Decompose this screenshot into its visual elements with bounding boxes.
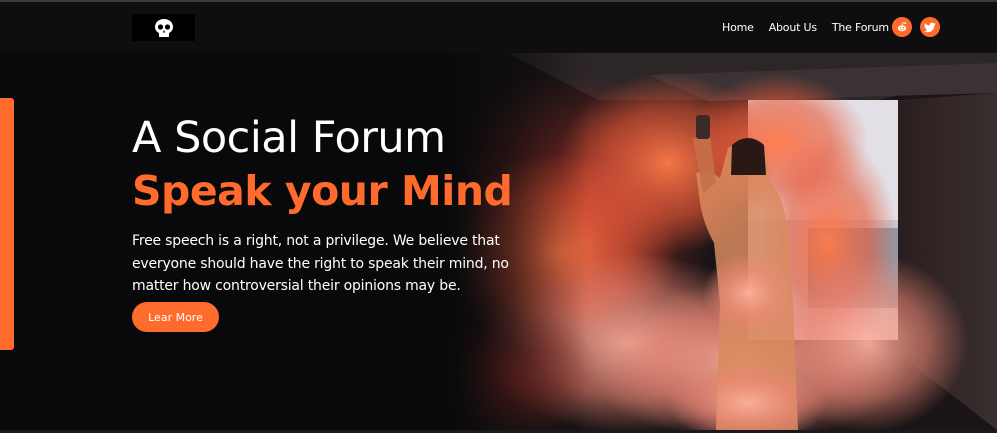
hero-description: Free speech is a right, not a privilege.… (132, 233, 509, 294)
hero-subtitle: Speak your Mind (132, 167, 513, 215)
nav-link-home[interactable]: Home (722, 21, 754, 34)
learn-more-button[interactable]: Lear More (132, 302, 219, 332)
nav-link-the-forum[interactable]: The Forum (832, 21, 889, 34)
nav-links: Home About Us The Forum (722, 2, 904, 53)
nav-link-about-us[interactable]: About Us (769, 21, 817, 34)
twitter-icon (924, 22, 936, 32)
navbar: Home About Us The Forum (0, 2, 997, 53)
twitter-button[interactable] (920, 17, 940, 37)
hero-title: A Social Forum (132, 113, 446, 163)
skull-logo-icon (154, 18, 173, 37)
accent-bar (0, 98, 14, 350)
reddit-button[interactable] (892, 17, 912, 37)
reddit-icon (897, 22, 907, 32)
site-logo[interactable] (132, 14, 195, 41)
